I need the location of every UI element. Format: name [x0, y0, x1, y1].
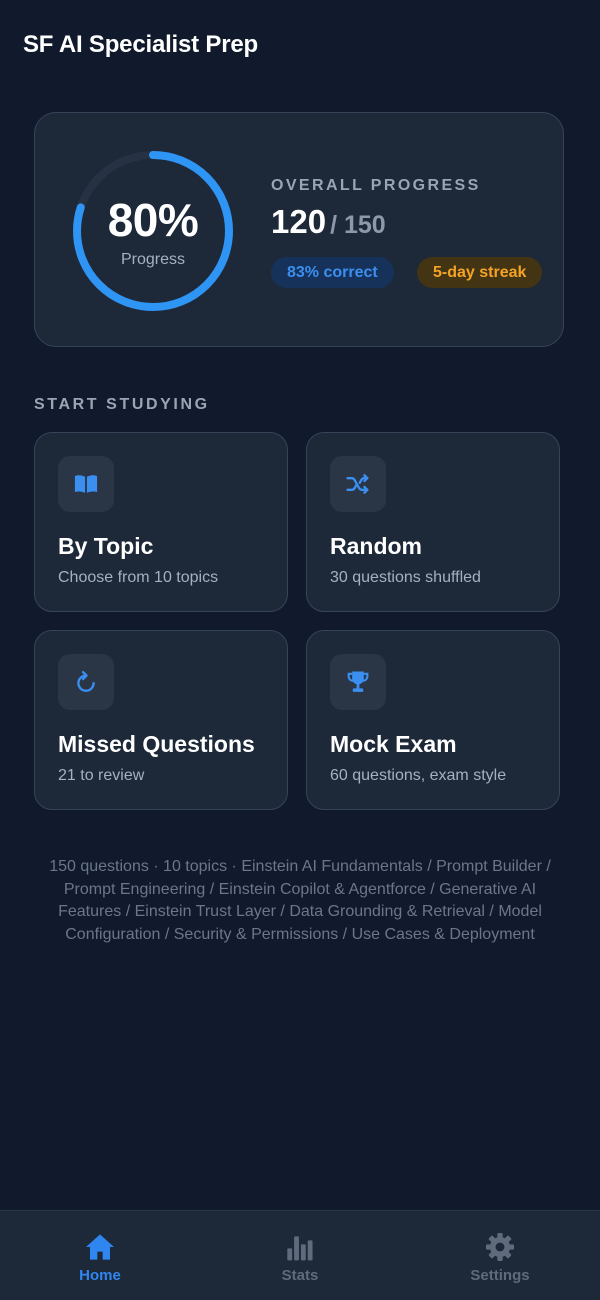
missed-questions-subtitle: 21 to review: [58, 767, 145, 784]
progress-count: 120/ 150: [271, 203, 386, 241]
streak-badge: 5-day streak: [417, 257, 543, 288]
tab-stats-label: Stats: [281, 1267, 319, 1284]
tab-home[interactable]: Home: [0, 1211, 200, 1300]
overall-progress-label: OVERALL PROGRESS: [271, 177, 481, 194]
overall-progress-card: 80% Progress OVERALL PROGRESS 120/ 150 8…: [34, 112, 564, 347]
app-screen: SF AI Specialist Prep 80% Progress OVERA…: [0, 0, 600, 1300]
tab-settings-label: Settings: [470, 1267, 530, 1284]
gear-icon: [484, 1231, 516, 1263]
random-title: Random: [330, 533, 422, 559]
progress-ring-label: Progress: [120, 251, 186, 268]
trophy-icon: [330, 654, 386, 710]
tab-stats[interactable]: Stats: [200, 1211, 400, 1300]
topics-footnote: 150 questions · 10 topics · Einstein AI …: [49, 858, 551, 943]
mock-exam-title: Mock Exam: [330, 731, 457, 757]
app-title: SF AI Specialist Prep: [23, 31, 258, 58]
home-icon: [84, 1231, 116, 1263]
bar-chart-icon: [284, 1231, 316, 1263]
book-icon: [58, 456, 114, 512]
by-topic-card[interactable]: By Topic Choose from 10 topics: [34, 432, 288, 612]
progress-ring-text: 80% Progress: [69, 147, 237, 315]
total-count: / 150: [330, 211, 386, 239]
progress-percent: 80%: [107, 194, 199, 246]
bottom-tab-bar: Home Stats Settings: [0, 1210, 600, 1300]
shuffle-icon: [330, 456, 386, 512]
answered-count: 120: [271, 203, 327, 240]
mock-exam-subtitle: 60 questions, exam style: [330, 767, 507, 784]
progress-ring: 80% Progress: [69, 147, 237, 315]
random-card[interactable]: Random 30 questions shuffled: [306, 432, 560, 612]
correct-rate-badge: 83% correct: [271, 257, 394, 288]
by-topic-title: By Topic: [58, 533, 154, 559]
by-topic-subtitle: Choose from 10 topics: [58, 569, 219, 586]
random-subtitle: 30 questions shuffled: [330, 569, 481, 586]
mock-exam-card[interactable]: Mock Exam 60 questions, exam style: [306, 630, 560, 810]
tab-home-label: Home: [79, 1267, 121, 1284]
refresh-icon: [58, 654, 114, 710]
start-studying-label: START STUDYING: [34, 396, 210, 413]
tab-settings[interactable]: Settings: [400, 1211, 600, 1300]
missed-questions-title: Missed Questions: [58, 731, 255, 757]
missed-questions-card[interactable]: Missed Questions 21 to review: [34, 630, 288, 810]
